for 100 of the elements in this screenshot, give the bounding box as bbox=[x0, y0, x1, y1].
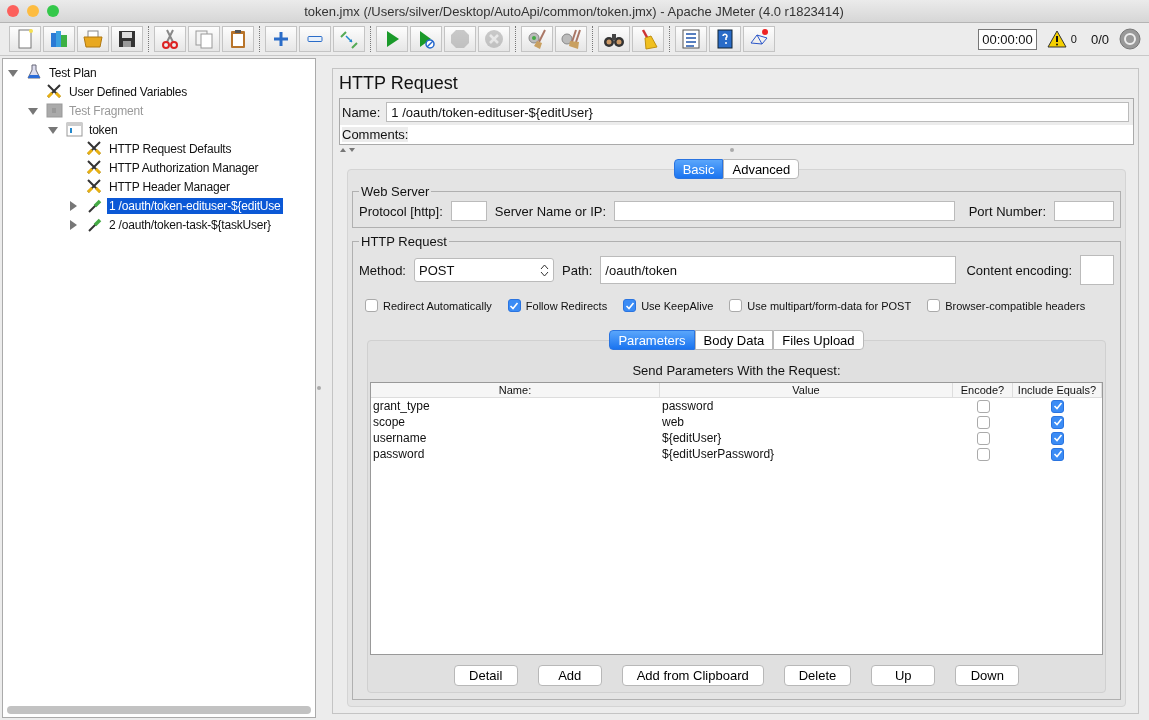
field-label: Port Number: bbox=[968, 203, 1046, 219]
binoculars-button[interactable] bbox=[598, 26, 630, 52]
checkbox[interactable] bbox=[623, 299, 637, 312]
collapse-arrows-icon[interactable] bbox=[339, 147, 357, 153]
x-circle-icon bbox=[483, 28, 505, 50]
window-title: token.jmx (/Users/silver/Desktop/AutoApi/common/token.jmx) - Apache JMeter (4.0 r1823414) bbox=[303, 3, 845, 19]
help-book-button[interactable] bbox=[709, 26, 741, 52]
action-button[interactable]: Detail bbox=[453, 665, 518, 686]
field-label: Content encoding: bbox=[966, 262, 1072, 278]
warning-count: 0 bbox=[1070, 33, 1077, 45]
name-field[interactable]: 1 /oauth/token-edituser-${editUser} bbox=[386, 102, 1129, 122]
table-cell-text: ${editUserPassword} bbox=[661, 446, 776, 462]
option-label: Redirect Automatically bbox=[383, 299, 492, 312]
scissors-icon bbox=[159, 28, 181, 50]
expanded-arrow-icon[interactable] bbox=[8, 67, 18, 78]
table-cell-text: ${editUser} bbox=[661, 430, 723, 446]
list-button[interactable] bbox=[675, 26, 707, 52]
checkbox[interactable] bbox=[507, 299, 521, 312]
brooms-gear-button[interactable] bbox=[555, 26, 587, 52]
pipette-arrow-button[interactable] bbox=[333, 26, 365, 52]
tree-item[interactable]: User Defined Variables bbox=[67, 83, 190, 100]
broom-gear-icon bbox=[526, 28, 548, 50]
tab[interactable]: Body Data bbox=[694, 330, 774, 350]
group-title: Web Server bbox=[360, 184, 431, 199]
plus-button[interactable] bbox=[265, 26, 297, 52]
brooms-gear-icon bbox=[560, 28, 582, 50]
path-field[interactable]: /oauth/token bbox=[600, 256, 957, 284]
flask-icon bbox=[26, 64, 43, 81]
crossed-tools-icon bbox=[86, 178, 103, 195]
tab[interactable]: Files Upload bbox=[773, 330, 864, 350]
action-button[interactable]: Add from Clipboard bbox=[621, 665, 764, 686]
table-title: Send Parameters With the Request: bbox=[631, 362, 842, 380]
action-button[interactable]: Delete bbox=[783, 665, 852, 686]
pipette-icon bbox=[86, 216, 103, 233]
column-header[interactable]: Encode? bbox=[953, 383, 1013, 398]
field-label: Server Name or IP: bbox=[494, 203, 607, 219]
stop-sign-icon bbox=[449, 28, 471, 50]
crossed-tools-icon bbox=[86, 140, 103, 157]
table-cell-text: scope bbox=[372, 414, 407, 430]
column-header[interactable]: Name: bbox=[371, 383, 660, 398]
fragment-icon bbox=[46, 102, 63, 119]
checkbox[interactable] bbox=[976, 431, 990, 445]
scissors-button[interactable] bbox=[154, 26, 186, 52]
checkbox[interactable] bbox=[976, 399, 990, 413]
pipette-arrow-icon bbox=[338, 28, 360, 50]
checkbox[interactable] bbox=[1051, 447, 1064, 461]
checkbox[interactable] bbox=[976, 447, 990, 461]
checkbox[interactable] bbox=[976, 415, 990, 429]
checkbox[interactable] bbox=[1051, 415, 1064, 429]
splitter-handle[interactable] bbox=[317, 386, 321, 390]
checkbox[interactable] bbox=[365, 299, 378, 312]
comments-label: Comments: bbox=[342, 127, 409, 142]
column-header[interactable]: Value bbox=[660, 383, 953, 398]
action-button[interactable]: Down bbox=[955, 665, 1020, 686]
close-icon[interactable] bbox=[7, 5, 19, 17]
table-cell-text: password bbox=[372, 446, 426, 462]
encoding-field[interactable] bbox=[1080, 255, 1114, 285]
server-field[interactable] bbox=[614, 201, 955, 221]
play-button[interactable] bbox=[376, 26, 408, 52]
help-book-icon bbox=[714, 28, 736, 50]
scrollbar[interactable] bbox=[7, 706, 311, 714]
column-header[interactable]: Include Equals? bbox=[1013, 383, 1102, 398]
table-cell-text: password bbox=[661, 398, 715, 414]
copy-icon bbox=[193, 28, 215, 50]
warning-icon[interactable] bbox=[1046, 30, 1067, 48]
field-label: Path: bbox=[562, 262, 593, 278]
option-label: Use KeepAlive bbox=[641, 299, 714, 312]
table-cell-text: username bbox=[372, 430, 428, 446]
splitter-handle[interactable] bbox=[730, 148, 734, 152]
group-title: HTTP Request bbox=[360, 234, 448, 249]
floppy-disk-button[interactable] bbox=[111, 26, 143, 52]
action-button[interactable]: Add bbox=[537, 665, 602, 686]
network-button[interactable] bbox=[743, 26, 775, 52]
protocol-field[interactable] bbox=[450, 201, 487, 221]
minus-button[interactable] bbox=[299, 26, 331, 52]
option-label: Browser-compatible headers bbox=[945, 299, 1086, 312]
minus-icon bbox=[307, 36, 323, 42]
up-down-arrows-icon bbox=[540, 263, 549, 277]
tree-item[interactable]: Test Plan bbox=[47, 64, 99, 81]
table-cell-text: grant_type bbox=[372, 398, 431, 414]
checkbox[interactable] bbox=[1051, 399, 1064, 413]
field-label: Method: bbox=[359, 262, 406, 278]
pipette-icon bbox=[86, 197, 103, 214]
checkbox[interactable] bbox=[1051, 431, 1064, 445]
option-label: Use multipart/form-data for POST bbox=[747, 299, 912, 312]
document-button[interactable] bbox=[9, 26, 41, 52]
window-icon bbox=[66, 121, 83, 138]
action-button[interactable]: Up bbox=[871, 665, 936, 686]
clipboard-button[interactable] bbox=[222, 26, 254, 52]
broom-gear-button[interactable] bbox=[521, 26, 553, 52]
method-dropdown[interactable]: POST bbox=[414, 258, 554, 282]
table-cell-text: web bbox=[661, 414, 685, 430]
checkbox[interactable] bbox=[927, 299, 941, 312]
tab[interactable]: Advanced bbox=[723, 159, 800, 179]
option-label: Follow Redirects bbox=[525, 299, 608, 312]
checkbox[interactable] bbox=[729, 299, 743, 312]
port-field[interactable] bbox=[1054, 201, 1114, 221]
panel-title: HTTP Request bbox=[339, 72, 459, 95]
crossed-tools-icon bbox=[46, 83, 63, 100]
play-crossed-button[interactable] bbox=[410, 26, 442, 52]
